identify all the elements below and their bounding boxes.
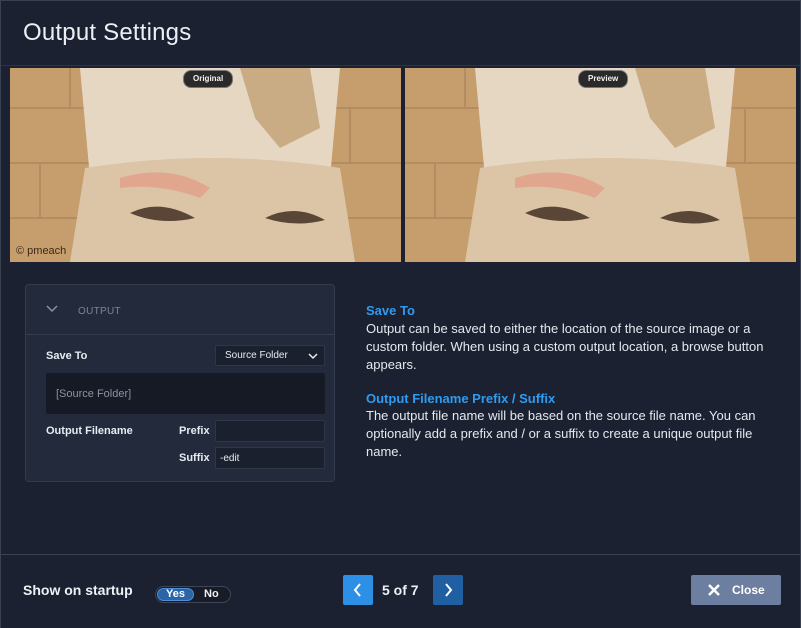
prefix-label: Prefix: [179, 425, 210, 437]
output-filename-label: Output Filename: [46, 425, 133, 437]
output-path-text: [Source Folder]: [56, 388, 132, 400]
chevron-down-icon: [308, 353, 318, 360]
title-bar: Output Settings: [1, 1, 800, 66]
save-to-select[interactable]: Source Folder: [215, 345, 325, 366]
preview-label: Preview: [578, 70, 629, 88]
save-to-label: Save To: [46, 350, 88, 362]
chevron-right-icon: [445, 583, 453, 597]
chevron-left-icon: [353, 583, 361, 597]
watermark: © pmeach: [16, 245, 67, 257]
original-label: Original: [183, 70, 234, 88]
show-on-startup-toggle[interactable]: Yes No: [155, 586, 231, 603]
prefix-input[interactable]: [215, 420, 325, 442]
save-to-help-text: Output can be saved to either the locati…: [366, 321, 764, 372]
dialog-title: Output Settings: [23, 19, 192, 46]
close-icon: [708, 584, 720, 596]
output-section-header[interactable]: OUTPUT: [26, 285, 334, 335]
next-page-button[interactable]: [433, 575, 463, 605]
suffix-label: Suffix: [179, 452, 210, 464]
chevron-down-icon[interactable]: [46, 303, 58, 313]
output-path-field: [Source Folder]: [46, 373, 325, 414]
original-image: Original © pmeach: [10, 68, 401, 262]
toggle-no-option[interactable]: No: [204, 588, 219, 601]
show-on-startup-label: Show on startup: [23, 582, 133, 598]
page-indicator: 5 of 7: [382, 582, 419, 598]
previous-page-button[interactable]: [343, 575, 373, 605]
original-photo: [10, 68, 401, 262]
preview-photo: [405, 68, 796, 262]
save-to-value: Source Folder: [225, 350, 288, 361]
section-title: OUTPUT: [78, 306, 121, 317]
preview-image: Preview: [405, 68, 796, 262]
close-button[interactable]: Close: [691, 575, 781, 605]
dialog-footer: Show on startup Yes No 5 of 7 Close: [1, 554, 800, 628]
close-label: Close: [732, 583, 765, 597]
filename-help-text: The output file name will be based on th…: [366, 408, 756, 459]
output-panel: OUTPUT Save To Source Folder [Source Fol…: [25, 284, 335, 482]
filename-help-heading: Output Filename Prefix / Suffix: [366, 391, 556, 406]
save-to-help-heading: Save To: [366, 303, 415, 318]
suffix-input[interactable]: [215, 447, 325, 469]
output-settings-dialog: Output Settings Original © pmeach Previe…: [0, 0, 801, 628]
toggle-yes-option[interactable]: Yes: [157, 588, 194, 601]
